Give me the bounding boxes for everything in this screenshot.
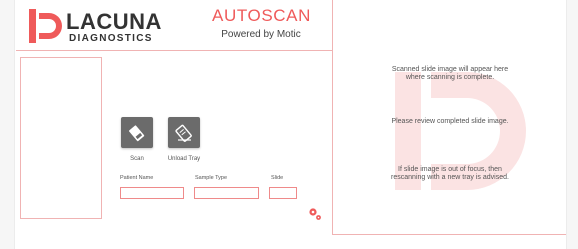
lacuna-ld-logo-icon — [29, 9, 62, 43]
app-subtitle: Powered by Motic — [221, 29, 301, 40]
unload-tray-label: Unload Tray — [167, 156, 201, 162]
focus-advice-message: If slide image is out of focus, then res… — [345, 166, 555, 182]
scan-slide-icon — [129, 125, 145, 142]
settings-icon[interactable] — [308, 207, 322, 221]
viewer-bottom-border — [332, 234, 566, 235]
scan-label: Scan — [130, 156, 144, 162]
review-message: Please review completed slide image. — [345, 118, 555, 126]
app-window: LACUNA DIAGNOSTICS AUTOSCAN Powered by M… — [14, 0, 567, 249]
scan-placeholder-line2: where scanning is complete. — [405, 74, 495, 81]
app-title: AUTOSCAN — [212, 6, 311, 25]
header-divider — [16, 50, 332, 51]
focus-advice-line2: rescanning with a new tray is advised. — [391, 174, 509, 181]
panel-divider — [332, 0, 333, 235]
unload-tray-icon — [175, 124, 192, 142]
patient-name-input[interactable] — [120, 187, 184, 199]
slide-label: Slide — [271, 175, 284, 181]
scan-placeholder-line1: Scanned slide image will appear here — [391, 66, 509, 73]
tray-preview — [20, 57, 102, 219]
patient-name-label: Patient Name — [120, 175, 154, 181]
review-line: Please review completed slide image. — [391, 118, 509, 125]
scan-placeholder-message: Scanned slide image will appear here whe… — [345, 66, 555, 82]
slide-input[interactable] — [269, 187, 297, 199]
brand-logo: LACUNA DIAGNOSTICS — [29, 9, 179, 44]
sample-type-input[interactable] — [194, 187, 259, 199]
focus-advice-line1: If slide image is out of focus, then — [398, 166, 502, 173]
scan-button[interactable] — [121, 117, 153, 148]
brand-name: LACUNA — [66, 9, 162, 34]
unload-tray-button[interactable] — [168, 117, 200, 148]
sample-type-label: Sample Type — [195, 175, 228, 181]
brand-subtitle: DIAGNOSTICS — [69, 33, 153, 44]
